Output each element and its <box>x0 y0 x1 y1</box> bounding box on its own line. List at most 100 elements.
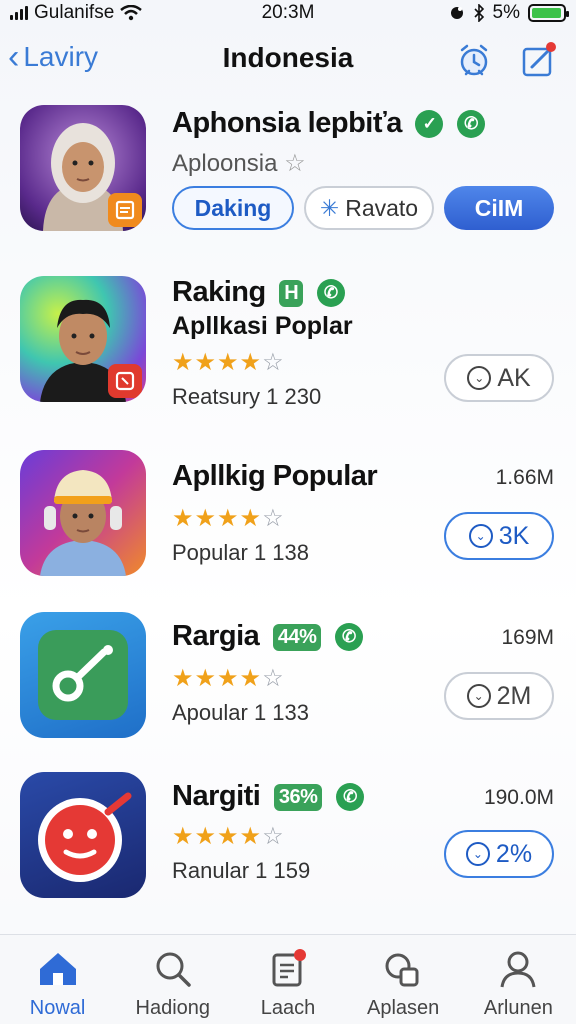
tab-hadiong[interactable]: Hadiong <box>118 935 228 1024</box>
app-chip: 36% <box>273 783 323 811</box>
app-subtitle: Apllkasi Poplar <box>172 312 353 340</box>
document-icon <box>272 949 306 987</box>
battery-percent: 5% <box>492 2 520 23</box>
app-chip: H <box>279 279 304 307</box>
star-empty-icon: ☆ <box>262 505 285 532</box>
nav-bar: ‹ Laviry Indonesia <box>0 30 576 90</box>
star-empty-icon: ☆ <box>262 349 285 376</box>
tab-aplasen[interactable]: Aplasen <box>348 935 458 1024</box>
list-item[interactable]: Raking H ✆ Apllkasi Poplar ★★★★☆ Reatsur… <box>0 276 576 409</box>
verified-icon: ✓ <box>415 110 444 139</box>
download-button[interactable]: ⌄ AK <box>444 354 554 402</box>
ravato-button[interactable]: ✳ Ravato <box>304 186 434 230</box>
star-filled-icon: ★ <box>217 665 240 692</box>
app-icon-featured <box>20 105 146 231</box>
app-title-text: Raking <box>172 276 266 308</box>
star-filled-icon: ★ <box>194 349 218 376</box>
app-title-text: Aphonsia lepbiťa <box>172 107 402 139</box>
status-bar: Gulanifse 20:3M 5% <box>0 0 576 26</box>
avatar-headphones-icon <box>40 470 126 576</box>
download-button[interactable]: ⌄ 2% <box>444 830 554 878</box>
app-subtitle-text: Aploonsia <box>172 150 278 177</box>
app-subtitle: Aploonsia ☆ <box>172 149 306 178</box>
app-size: 190.0M <box>483 786 554 809</box>
download-icon: ⌄ <box>466 684 491 708</box>
download-icon: ⌄ <box>467 366 492 390</box>
star-filled-icon: ★ <box>172 665 195 692</box>
star-empty-icon: ☆ <box>262 665 285 692</box>
app-icon-rargia <box>20 612 146 738</box>
app-title: Apllkig Popular <box>172 460 378 493</box>
tab-laach[interactable]: Laach <box>233 935 343 1024</box>
star-filled-icon: ★ <box>217 505 240 532</box>
app-icon-raking <box>20 276 146 402</box>
search-icon <box>156 952 191 987</box>
battery-fill <box>532 8 561 18</box>
tab-label: Arlunen <box>483 997 553 1019</box>
app-badge-icon <box>108 193 142 227</box>
bluetooth-icon <box>473 4 484 22</box>
phone-icon: ✆ <box>336 783 364 812</box>
app-title: Raking H ✆ <box>172 276 345 309</box>
app-badge-icon <box>108 364 142 398</box>
smiley-icon <box>38 792 132 882</box>
apps-icon <box>385 953 419 987</box>
star-filled-icon: ★ <box>239 823 263 850</box>
star-filled-icon: ★ <box>194 823 218 850</box>
list-item[interactable]: Rargia 44% ✆ 169M ★★★★☆ Apoular 1 133 ⌄ … <box>0 612 576 742</box>
location-icon <box>450 7 463 19</box>
download-icon: ⌄ <box>468 524 493 548</box>
star-filled-icon: ★ <box>217 349 240 376</box>
star-filled-icon: ★ <box>172 505 195 532</box>
download-button[interactable]: ⌄ 3K <box>444 512 554 560</box>
carrier-label: Gulanifse <box>34 2 115 23</box>
home-icon <box>39 953 76 985</box>
star-outline-icon[interactable]: ☆ <box>284 150 306 177</box>
app-title: Rargia 44% ✆ <box>172 620 363 653</box>
app-chip: 44% <box>272 623 322 651</box>
star-filled-icon: ★ <box>172 349 195 376</box>
tab-label: Nowal <box>29 997 86 1019</box>
key-icon <box>38 630 128 720</box>
app-title-text: Rargia <box>172 620 260 652</box>
star-empty-icon: ☆ <box>262 823 285 850</box>
wifi-icon <box>120 5 143 21</box>
featured-buttons: Daking ✳ Ravato CiIM <box>172 186 554 230</box>
download-label: 3K <box>498 521 530 550</box>
phone-icon: ✆ <box>334 623 363 652</box>
battery-icon <box>528 4 569 22</box>
signal-icon <box>10 6 28 20</box>
alarm-icon[interactable] <box>454 40 494 80</box>
star-filled-icon: ★ <box>172 823 195 850</box>
app-size: 169M <box>501 626 554 649</box>
app-title: Nargiti 36% ✆ <box>172 780 364 813</box>
app-title-text: Apllkig Popular <box>172 460 378 492</box>
star-filled-icon: ★ <box>239 505 263 532</box>
star-rating: ★★★★☆ <box>172 504 285 533</box>
cim-button[interactable]: CiIM <box>444 186 554 230</box>
download-button[interactable]: ⌄ 2M <box>444 672 554 720</box>
star-filled-icon: ★ <box>239 349 263 376</box>
list-item[interactable]: Nargiti 36% ✆ 190.0M ★★★★☆ Ranular 1 159… <box>0 772 576 902</box>
list-item[interactable]: Apllkig Popular 1.66M ★★★★☆ Popular 1 13… <box>0 450 576 580</box>
app-meta: Apoular 1 133 <box>172 700 309 725</box>
app-icon-aplikig <box>20 450 146 576</box>
phone-icon: ✆ <box>316 279 345 308</box>
tab-arlunen[interactable]: Arlunen <box>463 935 573 1024</box>
compose-icon[interactable] <box>518 40 558 80</box>
daking-button[interactable]: Daking <box>172 186 294 230</box>
download-label: 2% <box>495 839 533 868</box>
tab-label: Hadiong <box>135 997 211 1019</box>
app-meta: Ranular 1 159 <box>172 858 311 883</box>
ravato-label: Ravato <box>345 194 419 221</box>
app-icon-nargiti <box>20 772 146 898</box>
status-left: Gulanifse <box>10 2 143 24</box>
star-rating: ★★★★☆ <box>172 822 285 851</box>
status-right: 5% <box>449 2 569 24</box>
tab-nowal[interactable]: Nowal <box>3 935 113 1024</box>
app-title-text: Nargiti <box>172 780 261 812</box>
star-rating: ★★★★☆ <box>172 664 285 693</box>
tab-label: Aplasen <box>367 997 440 1019</box>
star-rating: ★★★★☆ <box>172 348 285 377</box>
star-filled-icon: ★ <box>194 505 218 532</box>
